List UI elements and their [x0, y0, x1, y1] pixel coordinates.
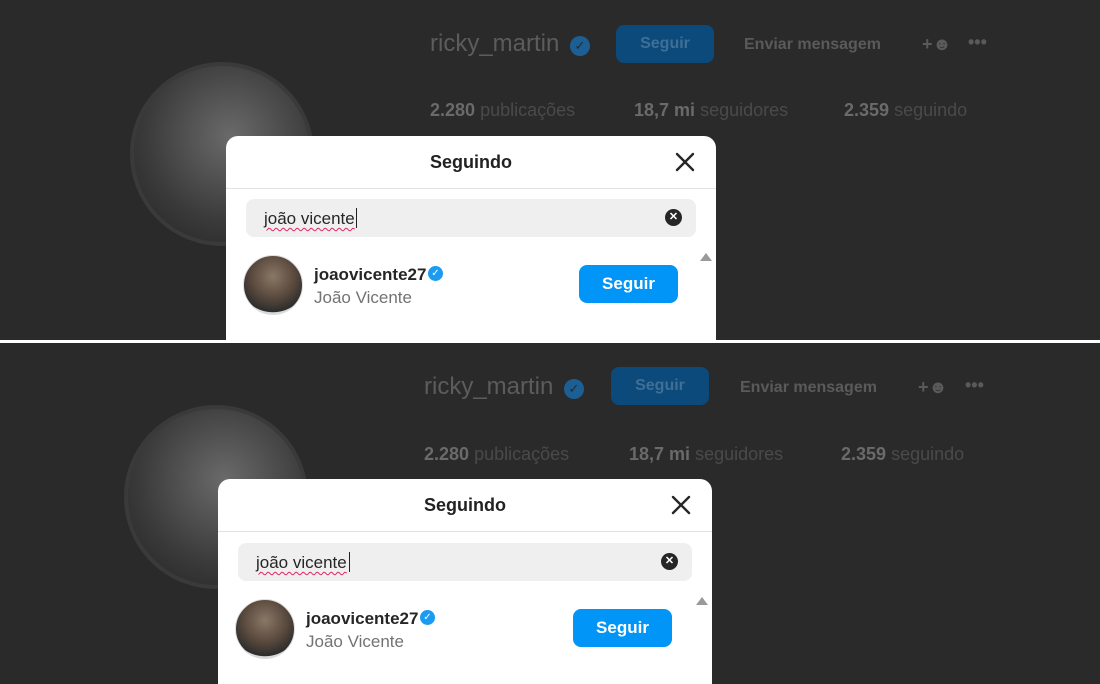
more-options-icon[interactable]: ••• — [968, 32, 987, 53]
result-username[interactable]: joaovicente27 — [306, 609, 418, 629]
stat-posts-value: 2.280 — [430, 100, 476, 120]
stat-posts-label: publicações — [474, 444, 570, 464]
verified-badge-icon: ✓ — [428, 266, 443, 281]
stat-following-value: 2.359 — [841, 444, 887, 464]
stat-followers[interactable]: 18,7 mi seguidores — [634, 100, 788, 121]
profile-username: ricky_martin — [424, 373, 554, 400]
search-field[interactable]: joão vicente ✕ — [238, 543, 692, 581]
scroll-up-arrow-icon[interactable] — [700, 253, 712, 261]
stat-following-label: seguindo — [894, 100, 968, 120]
modal-header: Seguindo — [218, 479, 712, 532]
close-icon[interactable] — [671, 148, 699, 176]
scroll-up-arrow-icon[interactable] — [696, 597, 708, 605]
stat-following-value: 2.359 — [844, 100, 890, 120]
verified-badge-icon: ✓ — [570, 36, 590, 56]
stat-following-label: seguindo — [891, 444, 965, 464]
verified-badge-icon: ✓ — [420, 610, 435, 625]
add-person-icon[interactable]: +☻ — [922, 34, 951, 55]
stat-following[interactable]: 2.359 seguindo — [841, 444, 964, 465]
profile-username: ricky_martin — [430, 30, 560, 57]
verified-badge-icon: ✓ — [564, 379, 584, 399]
stat-posts-value: 2.280 — [424, 444, 470, 464]
add-person-icon[interactable]: +☻ — [918, 377, 947, 398]
search-field[interactable]: joão vicente ✕ — [246, 199, 696, 237]
send-message-button[interactable]: Enviar mensagem — [740, 379, 877, 397]
modal-title: Seguindo — [430, 152, 512, 172]
following-modal: Seguindo joão vicente ✕ joaovicente27 ✓ … — [218, 479, 712, 684]
stat-followers-label: seguidores — [695, 444, 784, 464]
stat-posts: 2.280 publicações — [430, 100, 575, 121]
stat-followers[interactable]: 18,7 mi seguidores — [629, 444, 783, 465]
screenshot-panel-top: ricky_martin ✓ Seguir Enviar mensagem +☻… — [0, 0, 1100, 340]
stat-posts: 2.280 publicações — [424, 444, 569, 465]
stat-following[interactable]: 2.359 seguindo — [844, 100, 967, 121]
result-avatar[interactable] — [243, 255, 303, 315]
close-icon[interactable] — [667, 491, 695, 519]
stat-posts-label: publicações — [480, 100, 576, 120]
profile-follow-button[interactable]: Seguir — [611, 367, 709, 405]
result-full-name: João Vicente — [306, 632, 404, 651]
send-message-button[interactable]: Enviar mensagem — [744, 36, 881, 54]
clear-search-icon[interactable]: ✕ — [661, 553, 678, 570]
clear-search-icon[interactable]: ✕ — [665, 209, 682, 226]
result-full-name: João Vicente — [314, 288, 412, 307]
result-username[interactable]: joaovicente27 — [314, 265, 426, 285]
stat-followers-value: 18,7 mi — [629, 444, 691, 464]
screenshot-panel-bottom: ricky_martin ✓ Seguir Enviar mensagem +☻… — [0, 343, 1100, 684]
stat-followers-value: 18,7 mi — [634, 100, 696, 120]
text-caret — [356, 208, 357, 228]
modal-header: Seguindo — [226, 136, 716, 189]
following-modal: Seguindo joão vicente ✕ joaovicente27 ✓ … — [226, 136, 716, 340]
result-follow-button[interactable]: Seguir — [573, 609, 672, 647]
search-input[interactable]: joão vicente — [264, 209, 355, 229]
modal-title: Seguindo — [424, 495, 506, 515]
text-caret — [349, 552, 350, 572]
profile-follow-button[interactable]: Seguir — [616, 25, 714, 63]
result-follow-button[interactable]: Seguir — [579, 265, 678, 303]
stat-followers-label: seguidores — [700, 100, 789, 120]
search-input[interactable]: joão vicente — [256, 553, 347, 573]
more-options-icon[interactable]: ••• — [965, 375, 984, 396]
result-avatar[interactable] — [235, 599, 295, 659]
